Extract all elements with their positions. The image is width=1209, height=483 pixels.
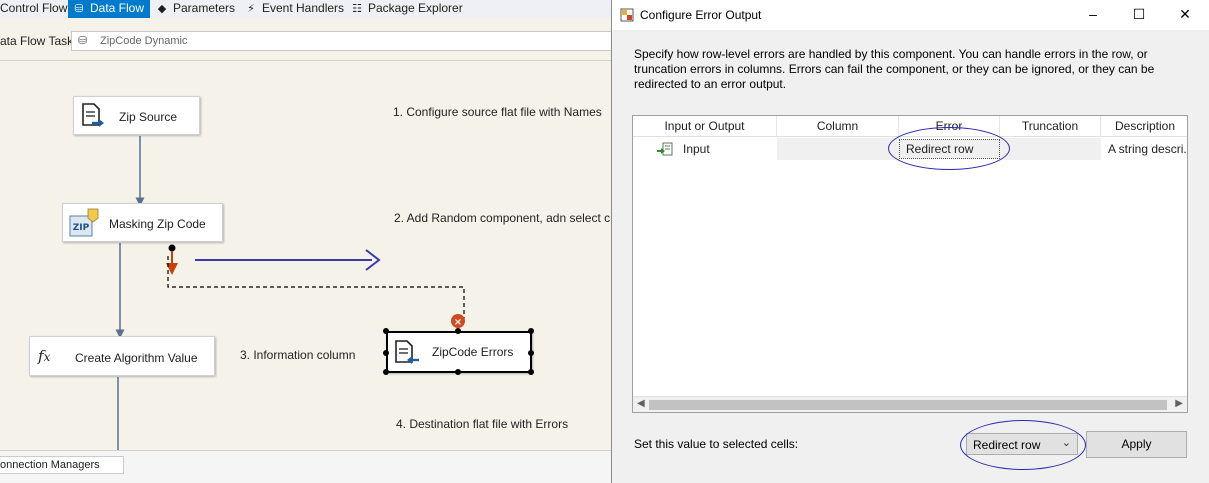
connection-managers-tab[interactable]: onnection Managers <box>0 456 124 474</box>
resize-handle[interactable] <box>383 369 389 375</box>
error-path-start <box>168 244 176 252</box>
resize-handle[interactable] <box>383 328 389 334</box>
zip-component-icon: ZIP <box>69 208 99 237</box>
data-flow-task-row: ata Flow Task: ⛁ ZipCode Dynamic <box>0 30 616 52</box>
close-button[interactable]: ✕ <box>1163 0 1207 30</box>
node-zip-source[interactable]: Zip Source <box>73 96 200 135</box>
chevron-down-icon: ⌄ <box>1061 437 1071 449</box>
apply-button[interactable]: Apply <box>1086 431 1187 458</box>
data-flow-icon: ⛁ <box>74 3 84 15</box>
cell-truncation[interactable] <box>1000 138 1101 160</box>
tab-data-flow[interactable]: ⛁ Data Flow <box>68 0 151 18</box>
tab-parameters[interactable]: ◆ Parameters <box>155 0 235 18</box>
column-header-error[interactable]: Error <box>899 116 1000 137</box>
data-flow-task-label: ata Flow Task: <box>0 34 77 48</box>
parameters-icon: ◆ <box>157 3 167 15</box>
derived-column-icon: fx <box>38 347 51 365</box>
dialog-title-bar: Configure Error Output – ☐ ✕ <box>612 0 1209 30</box>
annotation-note-2: 2. Add Random component, adn select c <box>394 211 611 225</box>
error-path-dashed <box>167 256 465 319</box>
cell-error[interactable]: Redirect row <box>899 138 1000 160</box>
input-icon <box>657 142 673 156</box>
minimize-button[interactable]: – <box>1071 0 1115 30</box>
scroll-right-icon[interactable]: ▶ <box>1175 398 1183 409</box>
scrollbar-thumb[interactable] <box>649 400 1167 410</box>
tab-package-explorer[interactable]: ☷ Package Explorer <box>350 0 463 18</box>
set-value-label: Set this value to selected cells: <box>634 437 799 451</box>
cell-input-or-output[interactable]: Input <box>633 138 777 160</box>
designer-tab-bar: Control Flow ⛁ Data Flow ◆ Parameters ⚡ Eve… <box>0 0 612 18</box>
connection-managers-panel: onnection Managers <box>0 450 612 483</box>
dialog-description: Specify how row-level errors are handled… <box>634 47 1155 91</box>
svg-text:×: × <box>454 317 462 328</box>
event-handlers-icon: ⚡ <box>247 3 255 15</box>
package-explorer-icon: ☷ <box>352 3 362 15</box>
dialog-title: Configure Error Output <box>640 8 762 22</box>
column-header-input-output[interactable]: Input or Output <box>633 116 777 137</box>
annotation-note-3: 3. Information column <box>240 348 356 362</box>
resize-handle[interactable] <box>455 328 461 334</box>
resize-handle[interactable] <box>528 369 534 375</box>
annotation-note-4: 4. Destination flat file with Errors <box>396 417 569 431</box>
node-zipcode-errors[interactable]: ZipCode Errors <box>386 331 532 373</box>
tab-control-flow[interactable]: Control Flow <box>0 0 67 18</box>
resize-handle[interactable] <box>528 328 534 334</box>
set-value-combo[interactable]: Redirect row ⌄ <box>966 433 1078 455</box>
error-output-icon <box>620 8 634 22</box>
annotation-note-1: 1. Configure source flat file with Names <box>393 105 602 119</box>
horizontal-scrollbar[interactable]: ◀ ▶ <box>633 396 1187 412</box>
resize-handle[interactable] <box>383 350 389 356</box>
svg-text:ZIP: ZIP <box>73 223 90 233</box>
maximize-button[interactable]: ☐ <box>1117 0 1161 30</box>
tab-event-handlers[interactable]: ⚡ Event Handlers <box>244 0 344 18</box>
table-row[interactable]: Input Redirect row A string descri... <box>633 138 1188 160</box>
scroll-left-icon[interactable]: ◀ <box>637 398 645 409</box>
data-flow-task-icon: ⛁ <box>78 35 88 47</box>
error-output-grid[interactable]: Input or Output Column Error Truncation … <box>632 115 1188 413</box>
flat-file-source-icon <box>82 103 104 127</box>
node-masking-zip-code[interactable]: ZIP Masking Zip Code <box>62 203 223 242</box>
column-header-description[interactable]: Description <box>1101 116 1187 137</box>
grid-header: Input or Output Column Error Truncation … <box>633 116 1187 137</box>
column-header-truncation[interactable]: Truncation <box>1000 116 1101 137</box>
designer-window: Control Flow ⛁ Data Flow ◆ Parameters ⚡ Eve… <box>0 0 616 483</box>
data-flow-task-select[interactable]: ⛁ ZipCode Dynamic <box>71 31 616 51</box>
resize-handle[interactable] <box>455 369 461 375</box>
cell-description: A string descri... <box>1108 142 1188 156</box>
column-header-column[interactable]: Column <box>777 116 899 137</box>
cell-column[interactable] <box>777 138 899 160</box>
configure-error-output-dialog: Configure Error Output – ☐ ✕ Specify how… <box>611 0 1209 483</box>
resize-handle[interactable] <box>528 350 534 356</box>
data-flow-canvas[interactable]: × Zip Source ZIP Masking Zip Code fx Cre… <box>0 60 612 451</box>
flat-file-destination-icon <box>395 340 419 364</box>
node-create-algorithm-value[interactable]: fx Create Algorithm Value <box>29 336 215 376</box>
